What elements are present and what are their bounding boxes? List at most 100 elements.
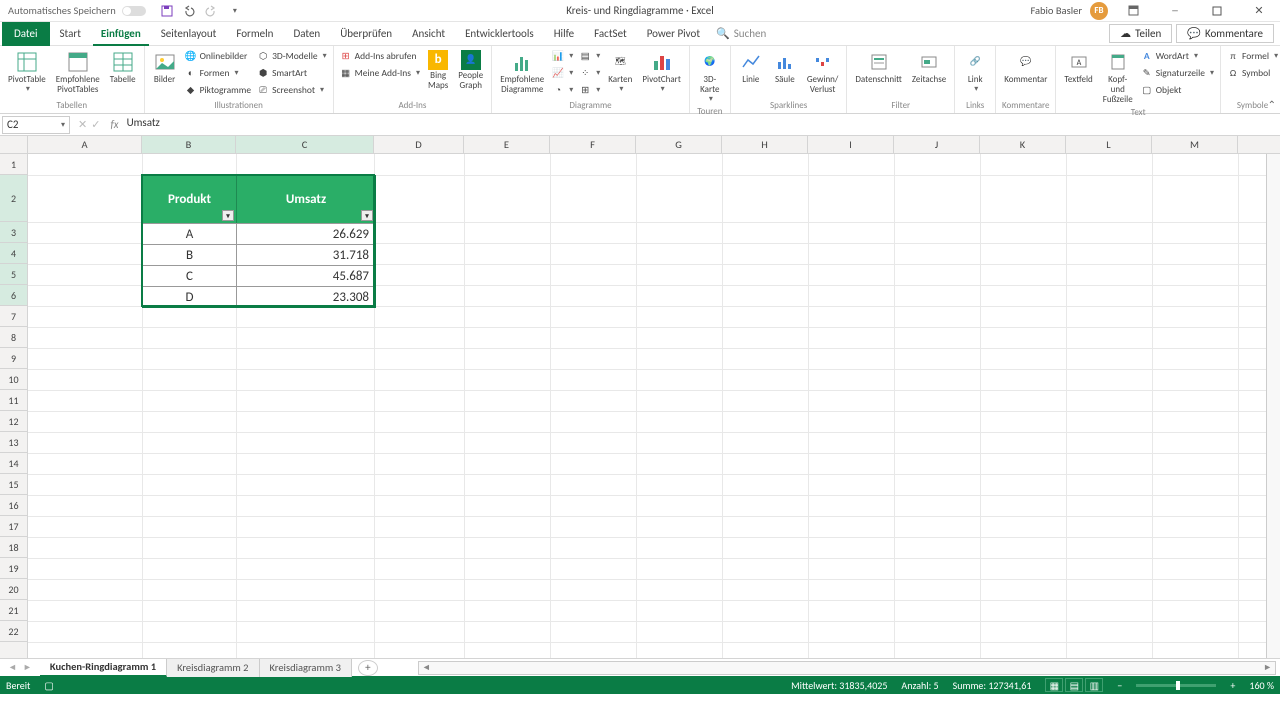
row-header-14[interactable]: 14 xyxy=(0,453,27,474)
row-header-1[interactable]: 1 xyxy=(0,154,27,175)
sheet-next-icon[interactable]: ► xyxy=(23,662,32,673)
chart-combo-button[interactable]: ⊞▾ xyxy=(577,82,602,98)
row-header-4[interactable]: 4 xyxy=(0,243,27,264)
kommentar-button[interactable]: 💬Kommentar xyxy=(1000,48,1051,87)
view-break-button[interactable]: ▥ xyxy=(1085,678,1103,692)
row-header-18[interactable]: 18 xyxy=(0,537,27,558)
undo-icon[interactable] xyxy=(182,4,196,18)
column-header-D[interactable]: D xyxy=(374,136,464,153)
row-header-15[interactable]: 15 xyxy=(0,474,27,495)
sparkline-wl-button[interactable]: Gewinn/ Verlust xyxy=(803,48,843,97)
row-header-2[interactable]: 2 xyxy=(0,175,27,222)
zoom-level[interactable]: 160 % xyxy=(1249,679,1274,692)
column-header-G[interactable]: G xyxy=(636,136,722,153)
row-header-11[interactable]: 11 xyxy=(0,390,27,411)
header-footer-button[interactable]: Kopf- und Fußzeile xyxy=(1099,48,1137,107)
cell-produkt[interactable]: D xyxy=(143,287,237,307)
row-header-10[interactable]: 10 xyxy=(0,369,27,390)
close-button[interactable]: ✕ xyxy=(1242,0,1276,22)
column-header-M[interactable]: M xyxy=(1152,136,1238,153)
select-all-corner[interactable] xyxy=(0,136,28,153)
row-header-21[interactable]: 21 xyxy=(0,600,27,621)
chart-line-button[interactable]: 📈▾ xyxy=(550,65,575,81)
filter-button[interactable]: ▾ xyxy=(222,210,234,221)
minimize-button[interactable]: ─ xyxy=(1158,0,1192,22)
tab-daten[interactable]: Daten xyxy=(283,22,330,46)
row-header-17[interactable]: 17 xyxy=(0,516,27,537)
column-header-B[interactable]: B xyxy=(142,136,236,153)
signature-button[interactable]: ✎Signaturzeile▾ xyxy=(1139,65,1216,81)
wordart-button[interactable]: AWordArt▾ xyxy=(1139,48,1216,64)
pivotchart-button[interactable]: PivotChart▾ xyxy=(638,48,684,96)
view-normal-button[interactable]: ▦ xyxy=(1045,678,1063,692)
view-layout-button[interactable]: ▤ xyxy=(1065,678,1083,692)
qat-customize-icon[interactable]: ▾ xyxy=(228,4,242,18)
row-header-12[interactable]: 12 xyxy=(0,411,27,432)
pivottable-button[interactable]: PivotTable▾ xyxy=(4,48,50,96)
tab-ansicht[interactable]: Ansicht xyxy=(402,22,455,46)
table-row[interactable]: D23.308 xyxy=(143,286,375,307)
cell-umsatz[interactable]: 23.308 xyxy=(237,287,375,307)
column-header-K[interactable]: K xyxy=(980,136,1066,153)
column-header-L[interactable]: L xyxy=(1066,136,1152,153)
bing-maps-button[interactable]: bBing Maps xyxy=(424,48,452,93)
name-box[interactable]: C2▾ xyxy=(2,116,70,134)
table-row[interactable]: B31.718 xyxy=(143,244,375,265)
cancel-formula-icon[interactable]: ✕ xyxy=(78,118,87,131)
row-header-3[interactable]: 3 xyxy=(0,222,27,243)
column-header-C[interactable]: C xyxy=(236,136,374,153)
row-header-19[interactable]: 19 xyxy=(0,558,27,579)
ribbon-display-icon[interactable] xyxy=(1116,0,1150,22)
tab-file[interactable]: Datei xyxy=(2,22,50,46)
table-row[interactable]: C45.687 xyxy=(143,265,375,286)
formula-input[interactable]: Umsatz xyxy=(123,116,1280,134)
row-header-22[interactable]: 22 xyxy=(0,621,27,642)
tab-powerpivot[interactable]: Power Pivot xyxy=(637,22,710,46)
column-header-H[interactable]: H xyxy=(722,136,808,153)
row-header-9[interactable]: 9 xyxy=(0,348,27,369)
search-box[interactable]: 🔍 Suchen xyxy=(716,27,766,40)
column-header-A[interactable]: A xyxy=(28,136,142,153)
collapse-ribbon-icon[interactable]: ⌃ xyxy=(1268,98,1276,111)
models-button[interactable]: ⬡3D-Modelle▾ xyxy=(255,48,329,64)
cell-produkt[interactable]: A xyxy=(143,224,237,244)
row-header-16[interactable]: 16 xyxy=(0,495,27,516)
screenshot-button[interactable]: ⎚Screenshot▾ xyxy=(255,82,329,98)
textbox-button[interactable]: ATextfeld xyxy=(1060,48,1096,87)
sheet-prev-icon[interactable]: ◄ xyxy=(8,662,17,673)
my-addins-button[interactable]: ▦Meine Add-Ins▾ xyxy=(338,65,422,81)
redo-icon[interactable] xyxy=(204,4,218,18)
chart-hier-button[interactable]: ▤▾ xyxy=(577,48,602,64)
get-addins-button[interactable]: ⊞Add-Ins abrufen xyxy=(338,48,422,64)
row-header-8[interactable]: 8 xyxy=(0,327,27,348)
share-button[interactable]: ☁Teilen xyxy=(1109,24,1172,43)
new-sheet-button[interactable]: + xyxy=(358,660,378,676)
chart-pie-button[interactable]: ◔▾ xyxy=(550,82,575,98)
object-button[interactable]: ▢Objekt xyxy=(1139,82,1216,98)
bilder-button[interactable]: Bilder xyxy=(149,48,181,87)
tab-hilfe[interactable]: Hilfe xyxy=(544,22,584,46)
timeline-button[interactable]: Zeitachse xyxy=(908,48,950,87)
column-header-F[interactable]: F xyxy=(550,136,636,153)
macro-record-icon[interactable]: ▢ xyxy=(44,679,53,692)
avatar[interactable]: FB xyxy=(1090,2,1108,20)
slicer-button[interactable]: Datenschnitt xyxy=(851,48,905,87)
map3d-button[interactable]: 🌍3D- Karte▾ xyxy=(694,48,726,106)
cell-produkt[interactable]: C xyxy=(143,266,237,286)
sheet-tab-1[interactable]: Kuchen-Ringdiagramm 1 xyxy=(40,659,167,677)
tab-entwickler[interactable]: Entwicklertools xyxy=(455,22,544,46)
empf-pivot-button[interactable]: Empfohlene PivotTables xyxy=(52,48,104,97)
column-header-I[interactable]: I xyxy=(808,136,894,153)
horizontal-scrollbar[interactable]: ◄► xyxy=(418,661,1276,675)
tab-einfuegen[interactable]: Einfügen xyxy=(91,22,151,46)
table-header-produkt[interactable]: Produkt ▾ xyxy=(143,176,237,223)
symbol-button[interactable]: ΩSymbol xyxy=(1225,65,1280,81)
chart-bar-button[interactable]: 📊▾ xyxy=(550,48,575,64)
formula-button[interactable]: πFormel▾ xyxy=(1225,48,1280,64)
cell-umsatz[interactable]: 45.687 xyxy=(237,266,375,286)
toggle-switch[interactable] xyxy=(122,6,146,16)
row-header-13[interactable]: 13 xyxy=(0,432,27,453)
zoom-out-button[interactable]: − xyxy=(1117,679,1122,692)
row-header-5[interactable]: 5 xyxy=(0,264,27,285)
zoom-in-button[interactable]: + xyxy=(1230,679,1235,692)
